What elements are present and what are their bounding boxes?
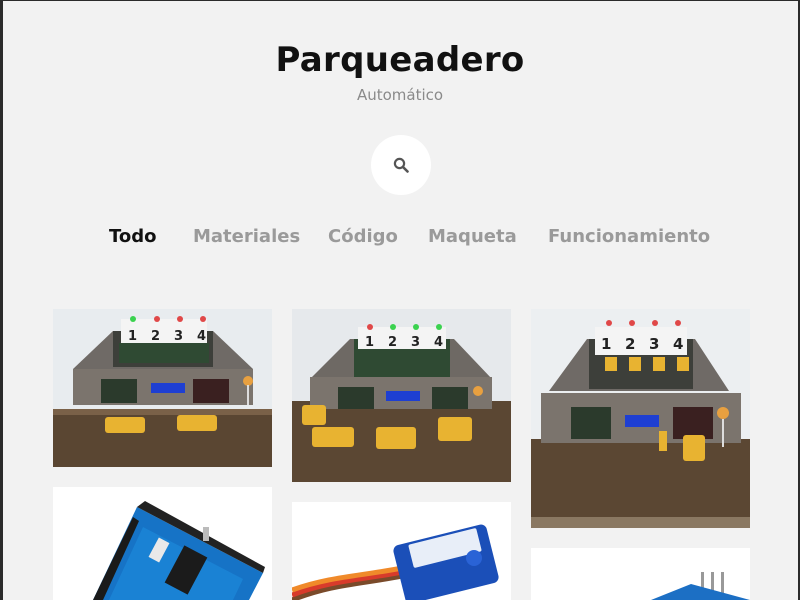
site-subtitle: Automático [356,86,444,104]
slot-number-1: 1 [128,329,137,344]
search-button[interactable] [371,135,431,195]
slot-number-3: 3 [174,329,183,344]
parking-model-photo: 1 2 3 4 [53,309,272,467]
sensor-module-photo [531,548,750,600]
filter-todo[interactable]: Todo [109,226,157,247]
gallery-card-arduino-board[interactable] [53,487,272,600]
slot-number-2: 2 [151,329,160,344]
arduino-board-photo [53,487,272,600]
parking-model-photo: 1 2 3 4 [531,309,750,528]
filter-codigo[interactable]: Código [328,226,398,247]
slot-number-4: 4 [197,329,206,344]
gallery-card-parking-model-3[interactable]: 1 2 3 4 [531,309,750,528]
category-filter-bar: Todo Materiales Código Maqueta Funcionam… [0,226,800,252]
filter-funcionamiento[interactable]: Funcionamiento [548,226,710,247]
slot-number-4: 4 [673,335,683,353]
filter-maqueta[interactable]: Maqueta [428,226,517,247]
window-frame-top [0,0,800,1]
slot-number-2: 2 [625,335,635,353]
gallery-card-sensor-module[interactable] [531,548,750,600]
site-title[interactable]: Parqueadero [0,40,800,80]
slot-number-1: 1 [365,335,374,350]
gallery-card-parking-model-1[interactable]: 1 2 3 4 [53,309,272,467]
slot-number-4: 4 [434,335,443,350]
slot-number-2: 2 [388,335,397,350]
parking-model-photo: 1 2 3 4 [292,309,511,482]
servo-motor-photo [292,502,511,600]
search-icon [393,157,409,173]
filter-materiales[interactable]: Materiales [193,226,300,247]
gallery-card-servo-motor[interactable] [292,502,511,600]
slot-number-3: 3 [649,335,659,353]
gallery-card-parking-model-2[interactable]: 1 2 3 4 [292,309,511,482]
slot-number-1: 1 [601,335,611,353]
slot-number-3: 3 [411,335,420,350]
